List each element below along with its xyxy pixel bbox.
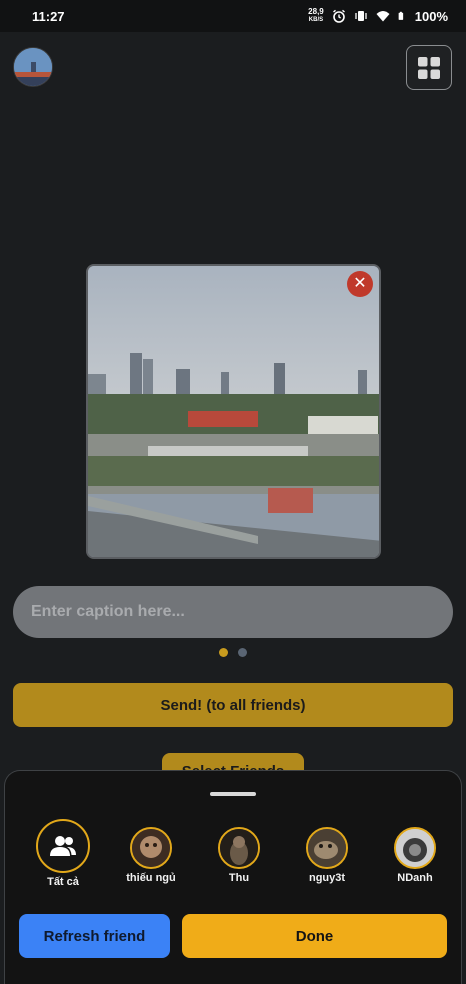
group-icon [36,819,90,873]
battery-icon [398,11,403,20]
friend-avatar [394,827,436,869]
status-time: 11:27 [32,8,65,24]
wifi-icon [376,11,390,22]
pager-dot-active [219,648,228,657]
photo-preview [86,264,381,559]
friend-item[interactable]: nguy3t [287,827,367,884]
grid-view-button[interactable] [406,45,452,90]
vibrate-icon [355,11,367,21]
battery-percentage: 100% [414,8,448,24]
status-bar: 11:27 28,9 KB/S 100% [0,0,466,32]
friend-item[interactable]: thiếu ngủ [111,827,191,884]
done-button[interactable]: Done [182,914,447,958]
friend-item[interactable]: Thu [199,827,279,884]
close-photo-button[interactable]: ✕ [347,271,373,297]
friend-item[interactable]: NDanh [375,827,455,884]
pager-indicator [219,648,247,657]
city-photo [88,266,379,557]
friend-avatar [306,827,348,869]
avatar-image [14,48,52,86]
friend-name: Thu [228,872,250,884]
profile-avatar[interactable] [13,47,53,87]
send-button[interactable]: Send! (to all friends) [13,683,453,727]
friend-item-all[interactable]: Tất cả [23,819,103,888]
friend-name: nguy3t [308,872,346,884]
friend-name: NDanh [397,872,433,884]
friend-avatar [130,827,172,869]
speed-unit: KB/S [308,17,324,23]
grid-icon [418,56,440,79]
status-icons: 28,9 KB/S 100% [308,8,448,24]
friend-avatar [218,827,260,869]
friends-bottom-sheet: Tất cả thiếu ngủ Thu nguy3t NDanh Refres… [4,770,462,984]
speed-value: 28,9 [308,7,324,16]
network-speed: 28,9 KB/S [308,8,324,24]
drag-handle[interactable] [210,792,256,796]
alarm-icon [332,9,345,23]
refresh-friend-button[interactable]: Refresh friend [19,914,170,958]
pager-dot [238,648,247,657]
friend-name: thiếu ngủ [126,872,176,884]
close-icon: ✕ [353,275,367,292]
friend-name: Tất cả [47,876,79,888]
caption-input[interactable] [13,586,453,638]
